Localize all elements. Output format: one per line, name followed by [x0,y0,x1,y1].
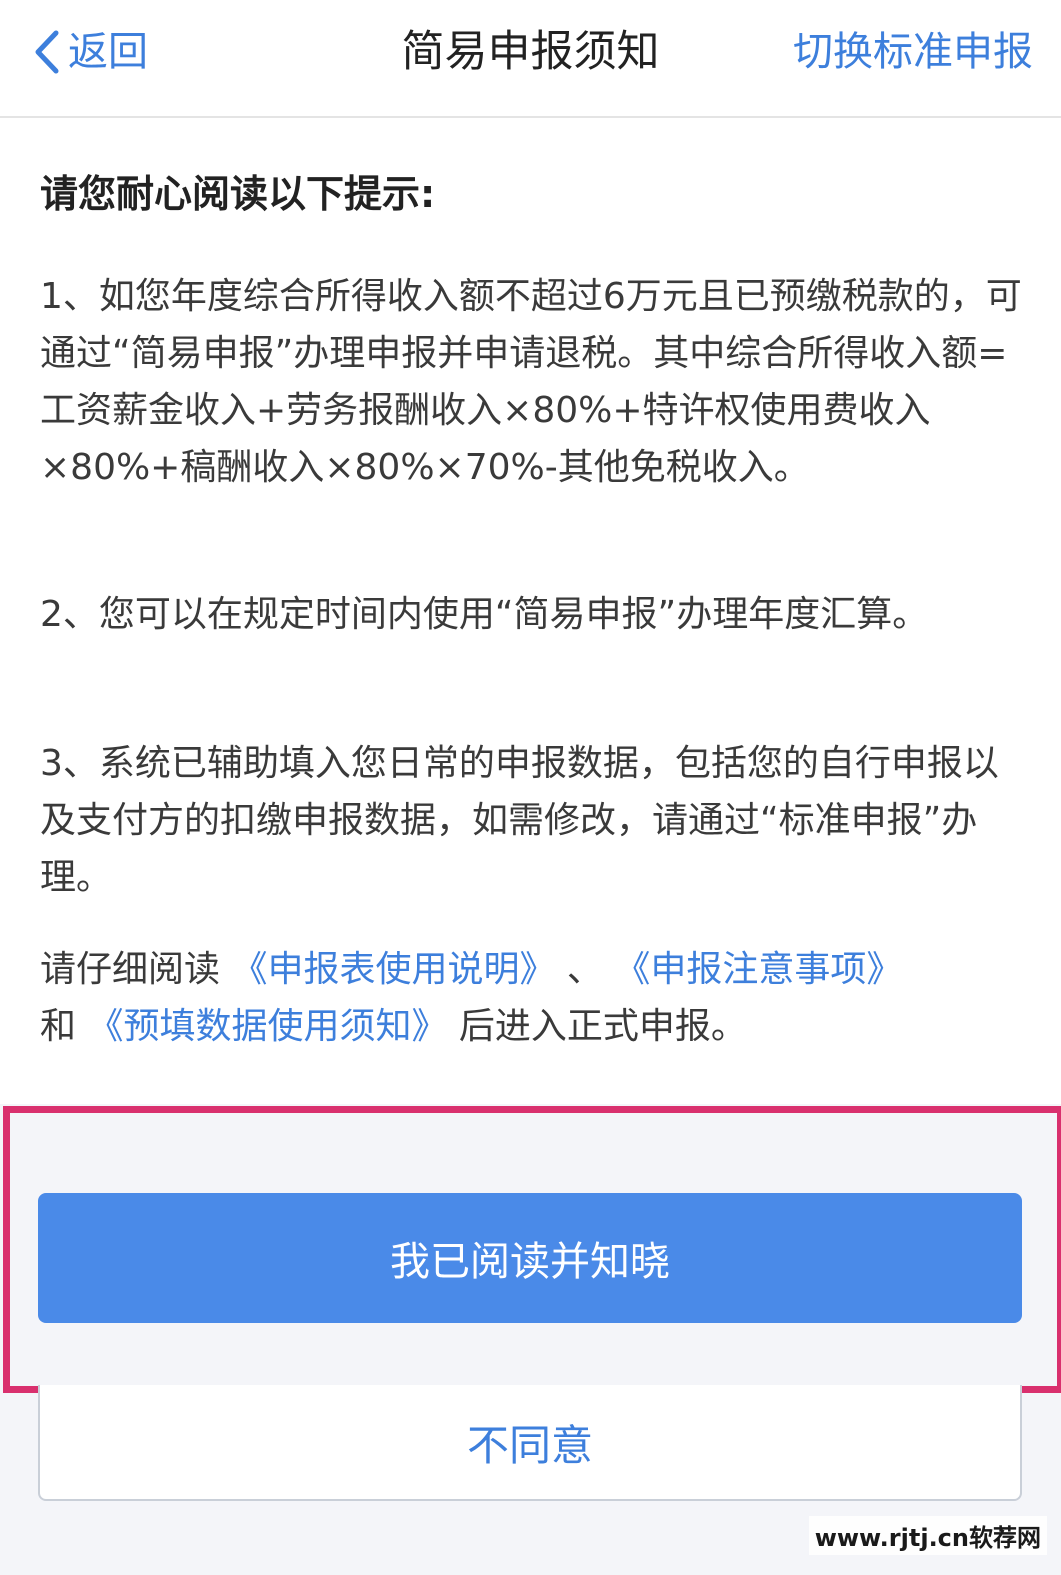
top-navigation-bar: 返回 简易申报须知 切换标准申报 [0,0,1061,118]
reading-notice-suffix: 后进入正式申报。 [447,1006,747,1047]
notice-content: 请您耐心阅读以下提示: 1、如您年度综合所得收入额不超过6万元且已预缴税款的，可… [0,118,1061,1104]
notice-item-3: 3、系统已辅助填入您日常的申报数据，包括您的自行申报以及支付方的扣缴申报数据，如… [40,743,999,898]
chevron-left-icon [30,27,64,77]
reading-notice-separator: 、 [555,949,615,990]
action-footer [0,1104,1061,1575]
declaration-notes-link[interactable]: 《申报注意事项》 [614,949,902,990]
agree-button[interactable]: 我已阅读并知晓 [38,1193,1022,1323]
prefilled-data-notice-link[interactable]: 《预填数据使用须知》 [87,1006,447,1047]
form-usage-guide-link[interactable]: 《申报表使用说明》 [231,949,555,990]
switch-standard-declaration-link[interactable]: 切换标准申报 [793,22,1033,82]
disagree-button[interactable]: 不同意 [38,1385,1022,1501]
reading-notice-and: 和 [40,1006,88,1047]
notice-heading: 请您耐心阅读以下提示: [40,172,436,216]
notice-item-1: 1、如您年度综合所得收入额不超过6万元且已预缴税款的，可通过“简易申报”办理申报… [40,276,1022,488]
reading-notice: 请仔细阅读 《申报表使用说明》 、 《申报注意事项》和 《预填数据使用须知》 后… [40,941,1025,1055]
notice-item-2: 2、您可以在规定时间内使用“简易申报”办理年度汇算。 [40,594,929,635]
back-label: 返回 [68,29,148,75]
reading-notice-prefix: 请仔细阅读 [40,949,232,990]
back-button[interactable]: 返回 [30,22,148,82]
site-watermark: www.rjtj.cn软荐网 [808,1516,1047,1555]
